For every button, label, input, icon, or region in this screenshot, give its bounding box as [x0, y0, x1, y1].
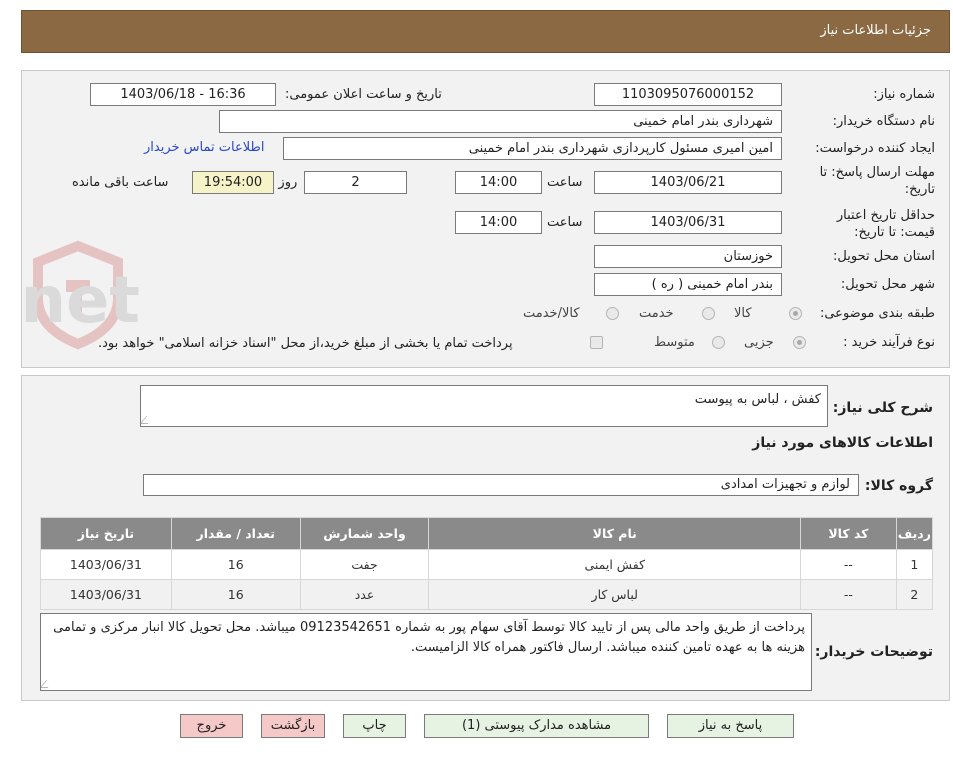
col-name: نام کالا: [428, 517, 802, 550]
category-radio-goods[interactable]: [789, 307, 802, 320]
cell-quantity: 16: [170, 579, 301, 610]
table-row[interactable]: 2 -- لباس کار عدد 16 1403/06/31: [40, 579, 934, 610]
cell-row: 2: [895, 579, 934, 610]
process-option-minor: جزیی: [744, 335, 774, 350]
validity-label-line1: حداقل تاریخ اعتبار: [836, 208, 935, 223]
summary-textarea[interactable]: کفش ، لباس به پیوست: [140, 385, 828, 427]
announce-datetime-field[interactable]: 1403/06/18 - 16:36: [90, 83, 276, 106]
category-label: طبقه بندی موضوعی:: [819, 306, 935, 321]
cell-name: لباس کار: [428, 579, 802, 610]
col-quantity: تعداد / مقدار: [170, 517, 301, 550]
page-header: جزئیات اطلاعات نیاز: [21, 10, 950, 53]
goods-table-header: ردیف کد کالا نام کالا واحد شمارش تعداد /…: [40, 517, 934, 550]
summary-label: شرح کلی نیاز:: [832, 400, 933, 416]
category-radio-goods-service[interactable]: [606, 307, 619, 320]
goods-info-title: اطلاعات کالاهای مورد نیاز: [752, 435, 933, 451]
buyer-notes-label: توضیحات خریدار:: [814, 644, 933, 660]
process-label: نوع فرآیند خرید :: [843, 335, 935, 350]
need-number-field[interactable]: 1103095076000152: [594, 83, 782, 106]
buyer-org-label: نام دستگاه خریدار:: [832, 114, 935, 129]
creator-label: ایجاد کننده درخواست:: [815, 141, 935, 156]
category-option-service: خدمت: [639, 306, 674, 321]
payment-note: پرداخت تمام یا بخشی از مبلغ خرید،از محل …: [98, 336, 513, 351]
resize-grip-icon[interactable]: [141, 416, 155, 424]
need-details-panel: شرح کلی نیاز: کفش ، لباس به پیوست اطلاعا…: [21, 375, 950, 701]
deadline-date-field[interactable]: 1403/06/21: [594, 171, 782, 194]
category-option-goods: کالا: [734, 306, 752, 321]
cell-code: --: [800, 549, 897, 580]
back-button[interactable]: بازگشت: [261, 714, 325, 738]
city-field[interactable]: بندر امام خمینی ( ره ): [594, 273, 782, 296]
col-unit: واحد شمارش: [299, 517, 430, 550]
summary-text: کفش ، لباس به پیوست: [694, 392, 821, 407]
buyer-notes-textarea[interactable]: پرداخت از طریق واحد مالی پس از تایید کال…: [40, 613, 812, 691]
province-field[interactable]: خوزستان: [594, 245, 782, 268]
cell-code: --: [800, 579, 897, 610]
buyer-org-field[interactable]: شهرداری بندر امام خمینی: [219, 110, 782, 133]
city-label: شهر محل تحویل:: [840, 277, 935, 292]
validity-time-label: ساعت: [547, 215, 583, 230]
col-need-date: تاریخ نیاز: [40, 517, 172, 550]
need-info-panel: شماره نیاز: 1103095076000152 تاریخ و ساع…: [21, 70, 950, 368]
province-label: استان محل تحویل:: [833, 249, 935, 264]
validity-date-field[interactable]: 1403/06/31: [594, 211, 782, 234]
remaining-days-field[interactable]: 2: [304, 171, 407, 194]
view-attachments-button[interactable]: مشاهده مدارک پیوستی (1): [424, 714, 649, 738]
exit-button[interactable]: خروج: [180, 714, 243, 738]
process-option-medium: متوسط: [654, 335, 695, 350]
cell-quantity: 16: [170, 549, 301, 580]
cell-unit: عدد: [299, 579, 430, 610]
remaining-time-field[interactable]: 19:54:00: [192, 171, 274, 194]
table-row[interactable]: 1 -- کفش ایمنی جفت 16 1403/06/31: [40, 549, 934, 580]
cell-name: کفش ایمنی: [428, 549, 802, 580]
goods-table: ردیف کد کالا نام کالا واحد شمارش تعداد /…: [40, 517, 934, 610]
buyer-contact-link[interactable]: اطلاعات تماس خریدار: [144, 140, 264, 155]
process-radio-minor[interactable]: [793, 336, 806, 349]
treasury-checkbox[interactable]: [590, 336, 603, 349]
deadline-label-line1: مهلت ارسال پاسخ: تا: [819, 165, 935, 180]
need-number-label: شماره نیاز:: [873, 87, 935, 102]
reply-button[interactable]: پاسخ به نیاز: [667, 714, 794, 738]
process-radio-medium[interactable]: [712, 336, 725, 349]
resize-grip-icon[interactable]: [41, 680, 55, 688]
deadline-time-field[interactable]: 14:00: [455, 171, 542, 194]
col-code: کد کالا: [800, 517, 897, 550]
cell-need-date: 1403/06/31: [40, 579, 172, 610]
goods-group-field[interactable]: لوازم و تجهیزات امدادی: [143, 474, 859, 496]
validity-label-line2: قیمت: تا تاریخ:: [854, 225, 935, 240]
cell-row: 1: [895, 549, 934, 580]
col-row: ردیف: [895, 517, 934, 550]
validity-time-field[interactable]: 14:00: [455, 211, 542, 234]
print-button[interactable]: چاپ: [343, 714, 406, 738]
category-radio-service[interactable]: [702, 307, 715, 320]
creator-field[interactable]: امین امیری مسئول کارپردازی شهرداری بندر …: [283, 137, 782, 160]
deadline-time-label: ساعت: [547, 175, 583, 190]
buyer-notes-text: پرداخت از طریق واحد مالی پس از تایید کال…: [53, 620, 805, 655]
cell-need-date: 1403/06/31: [40, 549, 172, 580]
remaining-label: ساعت باقی مانده: [72, 175, 169, 190]
deadline-label-line2: تاریخ:: [904, 182, 935, 197]
announce-label: تاریخ و ساعت اعلان عمومی:: [285, 87, 442, 102]
cell-unit: جفت: [299, 549, 430, 580]
category-option-goods-service: کالا/خدمت: [523, 306, 580, 321]
page-title: جزئیات اطلاعات نیاز: [820, 23, 931, 38]
goods-group-label: گروه کالا:: [864, 478, 933, 494]
